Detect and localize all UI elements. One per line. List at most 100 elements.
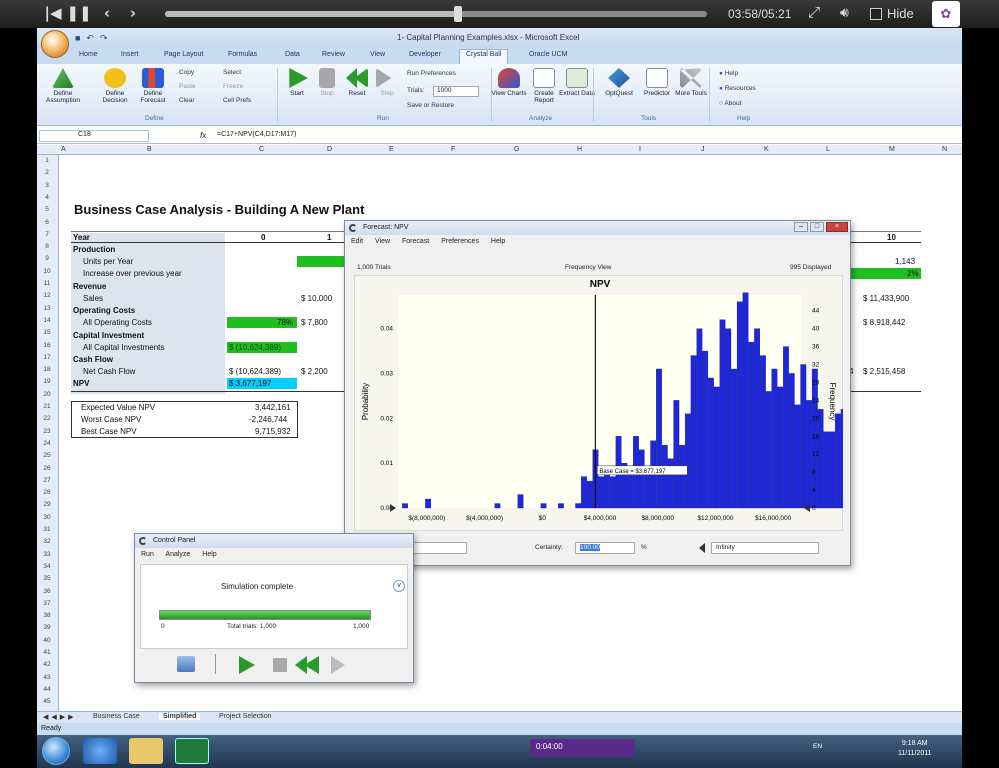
column-header[interactable]: J	[701, 146, 705, 153]
resources-button[interactable]: ● Resources	[719, 85, 756, 92]
row-header[interactable]: 12	[37, 292, 57, 299]
row-header[interactable]: 43	[37, 674, 57, 681]
clock[interactable]: 9:18 AM 11/11/2011	[898, 739, 931, 759]
row-header[interactable]: 34	[37, 563, 57, 570]
menu-view[interactable]: View	[375, 238, 390, 245]
column-header[interactable]: M	[889, 146, 895, 153]
checkbox-icon[interactable]	[870, 7, 882, 20]
copy-button[interactable]: Copy	[179, 69, 194, 76]
seek-handle[interactable]	[453, 6, 462, 22]
control-panel-window[interactable]: Control Panel Run Analyze Help Simulatio…	[134, 533, 414, 683]
stop-icon[interactable]	[273, 658, 287, 672]
quick-access-toolbar[interactable]: ■↶↷	[75, 33, 114, 44]
tab-crystal-ball[interactable]: Crystal Ball	[459, 49, 509, 64]
ie-icon[interactable]	[83, 738, 117, 764]
reset-icon[interactable]	[295, 656, 319, 674]
step-button[interactable]: Step	[367, 68, 407, 97]
row-header[interactable]: 29	[37, 501, 57, 508]
sheet-tab-project-selection[interactable]: Project Selection	[219, 713, 272, 720]
trials-input[interactable]: 1000	[433, 86, 479, 97]
row-header[interactable]: 13	[37, 305, 57, 312]
forecast-window[interactable]: Forecast: NPV – □ × Edit View Forecast P…	[344, 220, 851, 566]
row-header[interactable]: 45	[37, 698, 57, 705]
row-header[interactable]: 44	[37, 686, 57, 693]
tab-page-layout[interactable]: Page Layout	[164, 51, 203, 58]
row-header[interactable]: 27	[37, 477, 57, 484]
close-icon[interactable]: ×	[826, 222, 848, 232]
row-header[interactable]: 32	[37, 538, 57, 545]
tab-insert[interactable]: Insert	[121, 51, 139, 58]
menu-help[interactable]: Help	[491, 238, 505, 245]
row-header[interactable]: 1	[37, 157, 57, 164]
save-or-restore-button[interactable]: Save or Restore	[407, 102, 454, 109]
menu-analyze[interactable]: Analyze	[165, 551, 190, 558]
row-header[interactable]: 30	[37, 514, 57, 521]
row-header[interactable]: 19	[37, 378, 57, 385]
minimize-icon[interactable]: –	[794, 222, 808, 232]
tab-view[interactable]: View	[370, 51, 385, 58]
extract-data-button[interactable]: Extract Data	[557, 68, 597, 97]
column-header[interactable]: B	[147, 146, 152, 153]
sheet-nav-icon[interactable]: ◀◀▶▶	[43, 713, 77, 721]
row-header[interactable]: 35	[37, 575, 57, 582]
menu-preferences[interactable]: Preferences	[441, 238, 479, 245]
row-header[interactable]: 14	[37, 317, 57, 324]
define-decision-button[interactable]: Define Decision	[95, 68, 135, 104]
row-header[interactable]: 33	[37, 551, 57, 558]
row-header[interactable]: 20	[37, 391, 57, 398]
folder-icon[interactable]	[129, 738, 163, 764]
freeze-button[interactable]: Freeze	[223, 83, 243, 90]
column-header[interactable]: F	[451, 146, 455, 153]
paste-button[interactable]: Paste	[179, 83, 196, 90]
row-header[interactable]: 21	[37, 403, 57, 410]
row-header[interactable]: 11	[37, 280, 57, 287]
column-header[interactable]: N	[942, 146, 947, 153]
step-icon[interactable]	[331, 656, 345, 674]
menu-edit[interactable]: Edit	[351, 238, 363, 245]
about-button[interactable]: ○ About	[719, 100, 741, 107]
row-header[interactable]: 8	[37, 243, 57, 250]
row-header[interactable]: 40	[37, 637, 57, 644]
start-icon[interactable]	[42, 737, 70, 765]
row-header[interactable]: 15	[37, 329, 57, 336]
cell-prefs-button[interactable]: Cell Prefs	[223, 97, 251, 104]
menu-forecast[interactable]: Forecast	[402, 238, 429, 245]
formula-input[interactable]: =C17+NPV(C4,D17:M17)	[217, 131, 296, 138]
hide-toggle[interactable]: Hide	[870, 6, 914, 21]
row-header[interactable]: 37	[37, 600, 57, 607]
row-header[interactable]: 7	[37, 231, 57, 238]
view-charts-button[interactable]: View Charts	[489, 68, 529, 97]
tab-review[interactable]: Review	[322, 51, 345, 58]
tab-data[interactable]: Data	[285, 51, 300, 58]
fullscreen-icon[interactable]: ⤢	[808, 4, 820, 21]
function-icon[interactable]: fx	[200, 131, 206, 140]
help-button[interactable]: ● Help	[719, 70, 738, 77]
select-button[interactable]: Select	[223, 69, 241, 76]
name-box[interactable]: C18	[39, 130, 149, 142]
certainty-input[interactable]: 100.00	[575, 542, 635, 554]
row-header[interactable]: 4	[37, 194, 57, 201]
row-header[interactable]: 38	[37, 612, 57, 619]
column-header[interactable]: H	[577, 146, 582, 153]
tab-developer[interactable]: Developer	[409, 51, 441, 58]
row-header[interactable]: 10	[37, 268, 57, 275]
tab-formulas[interactable]: Formulas	[228, 51, 257, 58]
office-button[interactable]	[41, 30, 69, 58]
row-header[interactable]: 41	[37, 649, 57, 656]
column-header[interactable]: D	[327, 146, 332, 153]
row-header[interactable]: 42	[37, 661, 57, 668]
forecast-title-bar[interactable]: Forecast: NPV – □ ×	[345, 221, 850, 235]
chart-icon[interactable]	[177, 656, 195, 672]
sheet-tab-simplified[interactable]: Simplified	[159, 713, 201, 720]
row-header[interactable]: 9	[37, 255, 57, 262]
pause-icon[interactable]: ❚❚	[64, 4, 94, 22]
excel-icon[interactable]	[175, 738, 209, 764]
more-tools-button[interactable]: More Tools	[671, 68, 711, 97]
column-header[interactable]: E	[389, 146, 394, 153]
define-forecast-button[interactable]: Define Forecast	[133, 68, 173, 104]
row-header[interactable]: 3	[37, 182, 57, 189]
menu-run[interactable]: Run	[141, 551, 154, 558]
row-header[interactable]: 5	[37, 206, 57, 213]
menu-help[interactable]: Help	[202, 551, 216, 558]
recorder-widget[interactable]: 0:04:00	[530, 739, 635, 757]
